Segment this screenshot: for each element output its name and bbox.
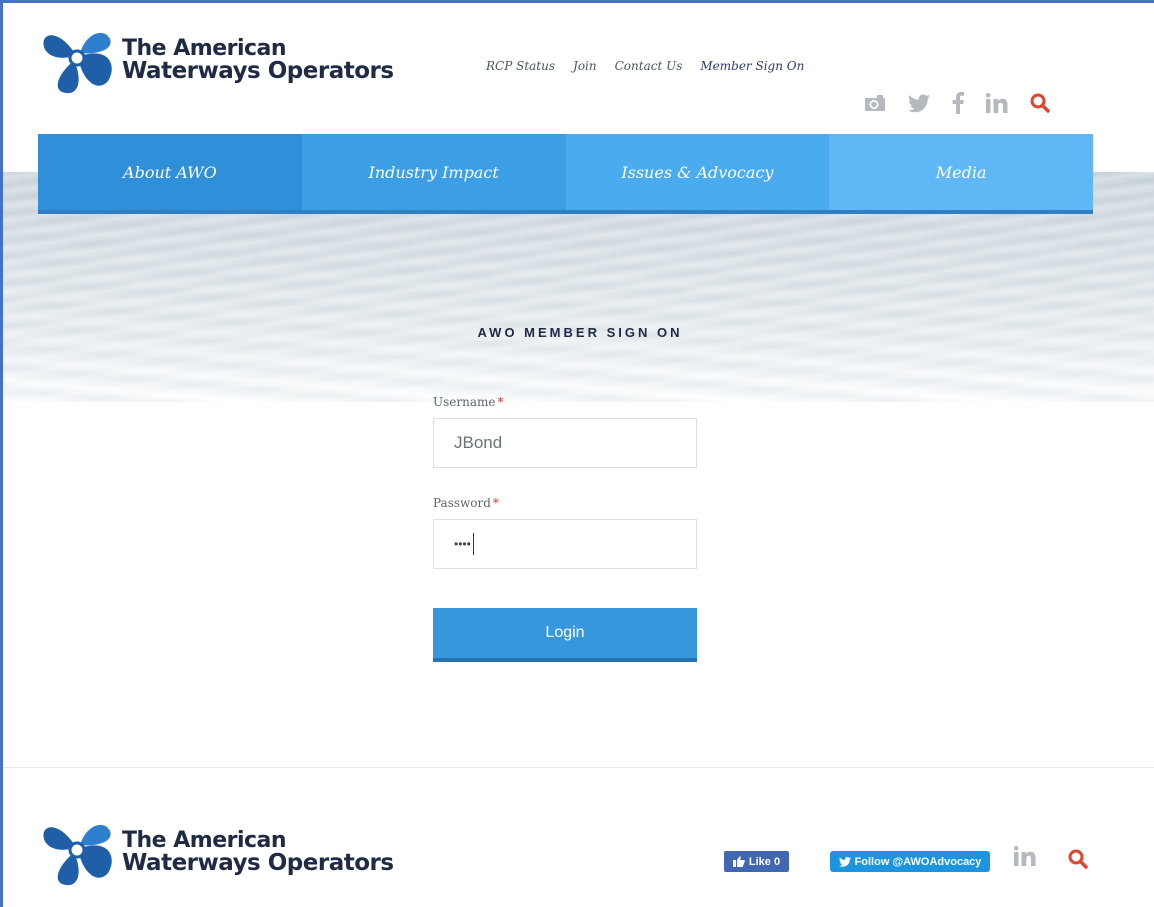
twitter-bird-icon xyxy=(838,856,851,867)
footer-search-icon[interactable] xyxy=(1068,849,1088,874)
logo-line-2: Waterways Operators xyxy=(122,58,394,84)
nav-industry-impact[interactable]: Industry Impact xyxy=(301,134,566,214)
facebook-icon[interactable] xyxy=(952,92,964,114)
password-label-text: Password xyxy=(433,496,491,510)
top-links: RCP Status Join Contact Us Member Sign O… xyxy=(486,59,822,73)
username-field[interactable]: JBond xyxy=(433,418,697,468)
search-icon[interactable] xyxy=(1030,93,1050,113)
text-caret xyxy=(472,533,474,555)
join-link[interactable]: Join xyxy=(573,59,597,73)
footer-logo[interactable]: The American Waterways Operators xyxy=(38,817,394,887)
main-nav: About AWO Industry Impact Issues & Advoc… xyxy=(38,134,1093,214)
username-value: JBond xyxy=(454,433,503,452)
username-label-text: Username xyxy=(433,395,496,409)
footer-logo-line-1: The American xyxy=(122,828,287,853)
facebook-like-button[interactable]: Like 0 xyxy=(724,851,789,872)
footer-divider xyxy=(3,767,1154,768)
password-value: •••• xyxy=(454,537,471,551)
login-button[interactable]: Login xyxy=(433,608,697,662)
like-label: Like 0 xyxy=(748,855,781,868)
linkedin-icon[interactable] xyxy=(986,93,1008,113)
site-logo[interactable]: The American Waterways Operators xyxy=(38,25,394,95)
footer-logo-line-2: Waterways Operators xyxy=(122,850,394,876)
social-icons xyxy=(864,92,1050,114)
nav-about-awo[interactable]: About AWO xyxy=(38,134,302,214)
required-mark: * xyxy=(492,496,499,510)
camera-icon[interactable] xyxy=(864,94,886,112)
twitter-follow-button[interactable]: Follow @AWOAdvocacy xyxy=(830,851,990,872)
thumbs-up-icon xyxy=(732,856,745,867)
propeller-logo-icon xyxy=(43,824,112,886)
password-field[interactable]: •••• xyxy=(433,519,697,569)
page-title: AWO MEMBER SIGN ON xyxy=(477,325,683,340)
rcp-status-link[interactable]: RCP Status xyxy=(486,59,555,73)
logo-line-1: The American xyxy=(122,36,287,61)
member-sign-on-link[interactable]: Member Sign On xyxy=(700,59,804,73)
required-mark: * xyxy=(497,395,504,409)
nav-issues-advocacy[interactable]: Issues & Advocacy xyxy=(565,134,830,214)
password-label: Password * xyxy=(433,496,499,510)
follow-label: Follow @AWOAdvocacy xyxy=(854,855,982,868)
nav-media[interactable]: Media xyxy=(829,134,1093,214)
twitter-icon[interactable] xyxy=(908,93,930,113)
propeller-logo-icon xyxy=(43,32,112,94)
footer-linkedin-icon[interactable] xyxy=(1013,846,1036,871)
username-label: Username * xyxy=(433,395,503,409)
contact-us-link[interactable]: Contact Us xyxy=(615,59,683,73)
